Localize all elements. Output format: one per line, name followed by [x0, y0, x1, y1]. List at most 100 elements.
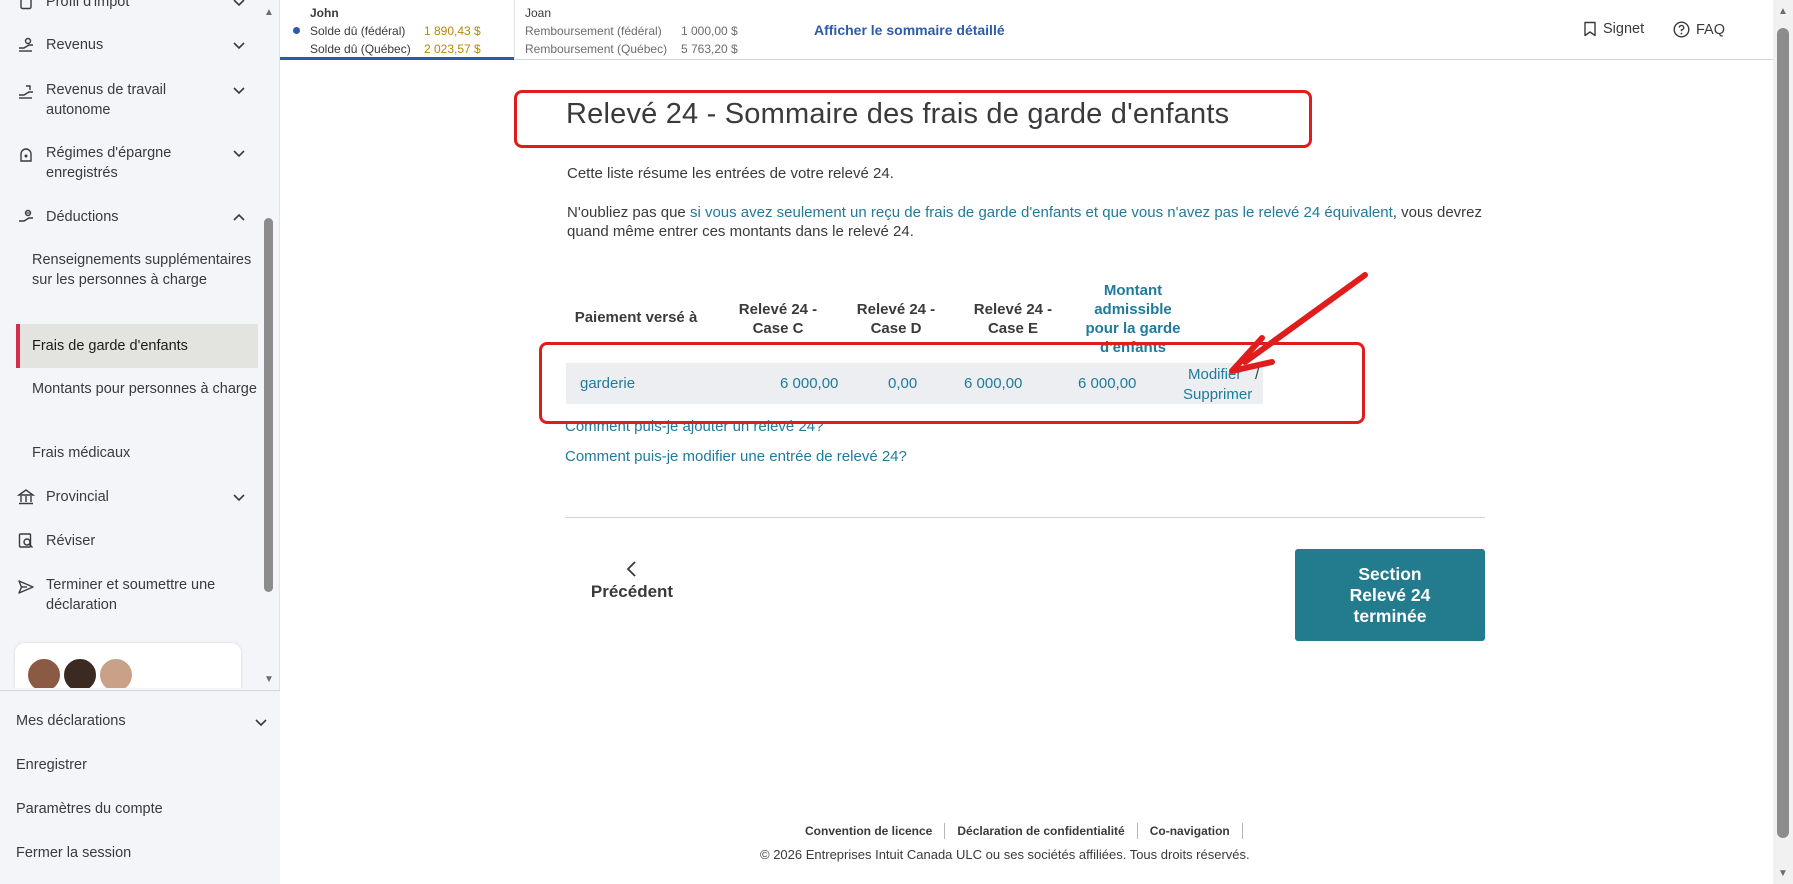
sidebar-subitem-childcare[interactable]: Frais de garde d'enfants: [16, 324, 258, 368]
license-link[interactable]: Convention de licence: [795, 823, 946, 839]
active-dot-icon: [293, 27, 300, 34]
federal-refund-amount: 1 000,00 $: [681, 24, 738, 38]
deductions-icon: [16, 207, 36, 227]
scroll-down-arrow-icon[interactable]: ▼: [262, 675, 276, 685]
section-complete-button[interactable]: Section Relevé 24 terminée: [1295, 549, 1485, 641]
taxpayer-name: Joan: [525, 6, 552, 20]
sidebar-item-label: Déductions: [46, 209, 119, 225]
sidebar-item-label: Revenus de travail autonome: [46, 82, 167, 118]
taxpayer-tab-joan[interactable]: Joan Remboursement (fédéral) 1 000,00 $ …: [515, 0, 785, 60]
sidebar-item-income[interactable]: Revenus: [0, 35, 258, 55]
sidebar-item-label: Provincial: [46, 489, 109, 505]
piggy-bank-icon: [16, 145, 36, 165]
sidebar-subitem-medical[interactable]: Frais médicaux: [16, 443, 258, 463]
col-header-case-c: Relevé 24 - Case C: [722, 300, 834, 338]
chevron-down-icon[interactable]: [232, 490, 246, 504]
quebec-refund-label: Remboursement (Québec): [525, 42, 668, 56]
sidebar-subitem-label: Renseignements supplémentaires sur les p…: [32, 252, 252, 288]
save-item[interactable]: Enregistrer: [16, 757, 87, 773]
taxpayer-tab-john[interactable]: John Solde dû (fédéral) 1 890,43 $ Solde…: [280, 0, 514, 60]
sidebar-item-tax-profile[interactable]: Profil d'impôt: [0, 0, 258, 12]
quebec-balance-label: Solde dû (Québec): [310, 42, 411, 56]
how-to-edit-link[interactable]: Comment puis-je modifier une entrée de r…: [565, 448, 907, 465]
hand-money-icon: [16, 35, 36, 55]
self-employment-icon: [16, 82, 36, 102]
sidebar-subitem-label: Montants pour personnes à charge: [32, 381, 257, 397]
chevron-down-icon[interactable]: [232, 83, 246, 97]
footer-links: Convention de licence Déclaration de con…: [795, 823, 1243, 839]
quebec-balance-amount: 2 023,57 $: [424, 42, 481, 56]
avatar: [98, 657, 134, 688]
sign-out-item[interactable]: Fermer la session: [16, 845, 131, 861]
federal-refund-label: Remboursement (fédéral): [525, 24, 662, 38]
sidebar-item-label: Profil d'impôt: [46, 0, 130, 10]
sidebar-subitem-label: Frais de garde d'enfants: [32, 338, 188, 354]
sidebar: Profil d'impôt Revenus Revenus de travai…: [0, 0, 280, 884]
col-header-line: pour la garde: [1085, 320, 1181, 337]
chevron-down-icon[interactable]: [254, 715, 268, 729]
scroll-down-arrow-icon[interactable]: ▼: [1777, 868, 1789, 879]
federal-balance-label: Solde dû (fédéral): [310, 24, 406, 38]
scroll-up-arrow-icon[interactable]: ▲: [1777, 6, 1789, 17]
copyright-text: © 2026 Entreprises Intuit Canada ULC ou …: [760, 847, 1250, 862]
sidebar-item-label: Régimes d'épargne enregistrés: [46, 145, 172, 181]
sidebar-item-self-employment[interactable]: Revenus de travail autonome: [0, 80, 258, 120]
sidebar-scrollbar-thumb[interactable]: [264, 218, 273, 592]
button-line: Section: [1358, 563, 1422, 584]
sidebar-item-review[interactable]: Réviser: [0, 531, 258, 551]
sidebar-item-savings-plans[interactable]: Régimes d'épargne enregistrés: [0, 143, 258, 183]
receipt-only-link[interactable]: si vous avez seulement un reçu de frais …: [690, 204, 1393, 221]
col-header-case-d: Relevé 24 - Case D: [840, 300, 952, 338]
previous-button[interactable]: Précédent: [586, 560, 678, 612]
taxpayer-name: John: [310, 6, 339, 20]
intro-text: Cette liste résume les entrées de votre …: [567, 165, 894, 182]
sidebar-bottom-panel: Mes déclarations Enregistrer Paramètres …: [0, 690, 280, 884]
col-header-line: admissible: [1094, 301, 1172, 318]
bookmark-label: Signet: [1603, 21, 1645, 37]
col-header-line: Case D: [870, 320, 922, 337]
sidebar-item-deductions[interactable]: Déductions: [0, 207, 258, 227]
avatar: [26, 657, 62, 688]
main-scrollbar-thumb[interactable]: [1777, 28, 1789, 838]
chevron-down-icon[interactable]: [232, 146, 246, 160]
chevron-down-icon[interactable]: [232, 0, 246, 9]
chevron-up-icon[interactable]: [232, 210, 246, 224]
title-highlight-box: [514, 90, 1312, 148]
expert-help-card[interactable]: [15, 643, 241, 688]
cobrowse-link[interactable]: Co-navigation: [1138, 823, 1243, 839]
faq-label: FAQ: [1696, 21, 1726, 38]
sidebar-subitem-dependants-info[interactable]: Renseignements supplémentaires sur les p…: [16, 250, 258, 310]
sidebar-nav: Profil d'impôt Revenus Revenus de travai…: [0, 0, 262, 688]
sidebar-item-provincial[interactable]: Provincial: [0, 487, 258, 507]
sidebar-subitem-dependant-amounts[interactable]: Montants pour personnes à charge: [16, 379, 258, 419]
button-line: Relevé 24: [1349, 584, 1431, 605]
previous-label: Précédent: [590, 582, 674, 601]
row-highlight-box: [539, 342, 1365, 424]
scroll-up-arrow-icon[interactable]: ▲: [262, 8, 276, 18]
privacy-link[interactable]: Déclaration de confidentialité: [945, 823, 1138, 839]
sidebar-item-label: Terminer et soumettre une déclaration: [46, 577, 216, 613]
my-returns-label: Mes déclarations: [16, 713, 126, 729]
col-header-line: Relevé 24 -: [738, 301, 818, 318]
note-prefix: N'oubliez pas que: [567, 204, 690, 221]
col-header-line: Case C: [752, 320, 804, 337]
divider: [565, 517, 1485, 518]
detailed-summary-link[interactable]: Afficher le sommaire détaillé: [814, 22, 1005, 38]
faq-button[interactable]: FAQ: [1673, 21, 1725, 38]
return-summary-bar: John Solde dû (fédéral) 1 890,43 $ Solde…: [280, 0, 1773, 60]
col-header-line: Case E: [987, 320, 1039, 337]
account-settings-item[interactable]: Paramètres du compte: [16, 801, 163, 817]
review-icon: [16, 531, 36, 551]
document-icon: [16, 0, 36, 12]
chevron-down-icon[interactable]: [232, 38, 246, 52]
quebec-refund-amount: 5 763,20 $: [681, 42, 738, 56]
sidebar-item-label: Réviser: [46, 533, 96, 549]
federal-balance-amount: 1 890,43 $: [424, 24, 481, 38]
sidebar-subitem-label: Frais médicaux: [32, 445, 131, 461]
government-building-icon: [16, 487, 36, 507]
sidebar-item-submit[interactable]: Terminer et soumettre une déclaration: [0, 575, 258, 615]
reminder-note: N'oubliez pas que si vous avez seulement…: [567, 203, 1497, 241]
send-icon: [16, 577, 36, 597]
my-returns-item[interactable]: Mes déclarations: [16, 713, 270, 729]
bookmark-button[interactable]: Signet: [1583, 21, 1644, 37]
